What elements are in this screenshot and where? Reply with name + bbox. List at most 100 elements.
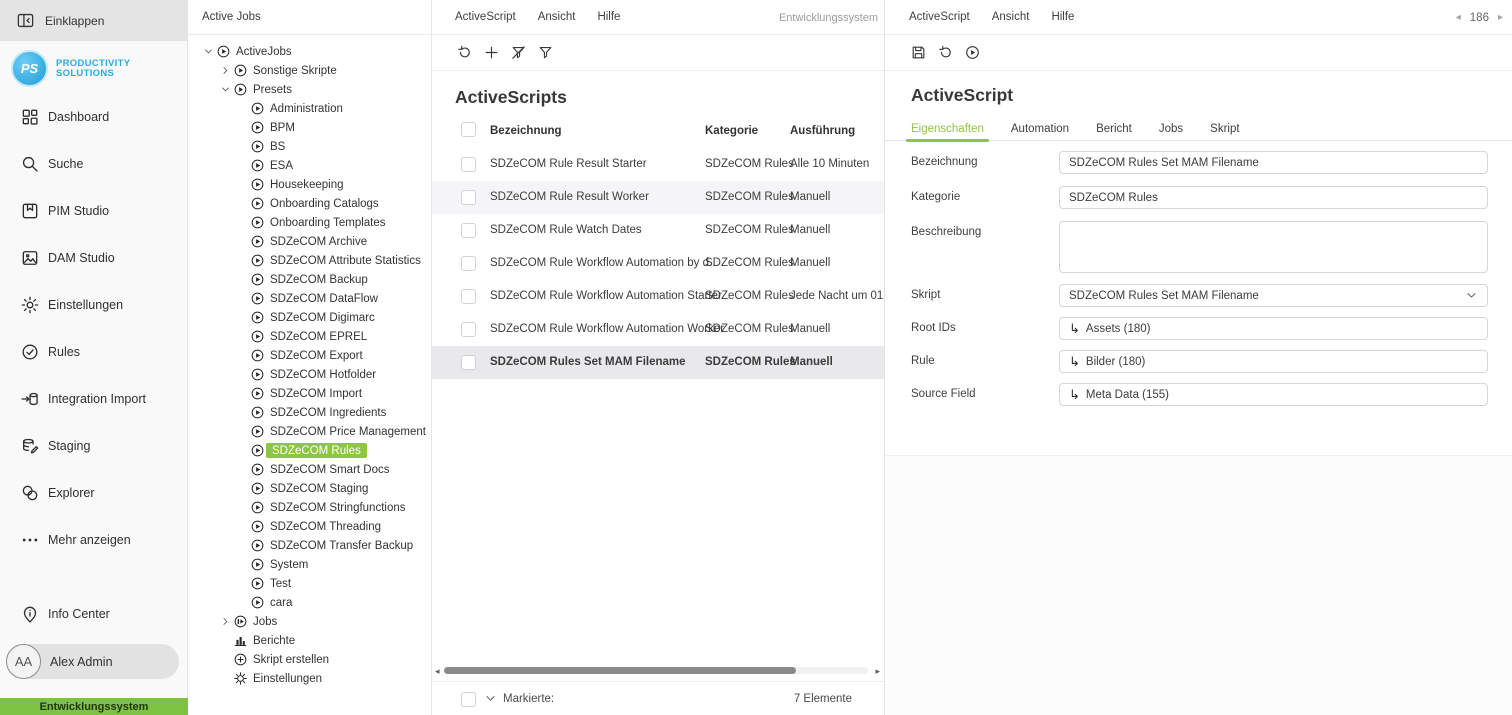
sidebar-item-mehr-anzeigen[interactable]: Mehr anzeigen <box>0 527 188 553</box>
sidebar-item-integration-import[interactable]: Integration Import <box>0 386 188 412</box>
row-checkbox[interactable] <box>461 355 476 370</box>
tree-item-housekeeping[interactable]: Housekeeping <box>188 175 431 194</box>
table-row[interactable]: SDZeCOM Rule Result StarterSDZeCOM Rules… <box>432 148 884 181</box>
scrollbar-thumb[interactable] <box>444 667 796 674</box>
tree-item-einstellungen[interactable]: Einstellungen <box>188 669 431 688</box>
table-row[interactable]: SDZeCOM Rules Set MAM FilenameSDZeCOM Ru… <box>432 346 884 379</box>
tree-item-sonstige-skripte[interactable]: Sonstige Skripte <box>188 61 431 80</box>
tree-item-presets[interactable]: Presets <box>188 80 431 99</box>
tree-item-sdzecom-export[interactable]: SDZeCOM Export <box>188 346 431 365</box>
menu-item-activescript[interactable]: ActiveScript <box>909 11 970 23</box>
tree-item-activejobs[interactable]: ActiveJobs <box>188 42 431 61</box>
tree-item-sdzecom-transfer-backup[interactable]: SDZeCOM Transfer Backup <box>188 536 431 555</box>
source-field-field[interactable]: ↳Meta Data (155) <box>1059 383 1488 406</box>
sidebar-item-dam-studio[interactable]: DAM Studio <box>0 245 188 271</box>
chevron-down-icon[interactable] <box>217 82 233 98</box>
row-checkbox[interactable] <box>461 190 476 205</box>
table-row[interactable]: SDZeCOM Rule Watch DatesSDZeCOM RulesMan… <box>432 214 884 247</box>
tree-item-sdzecom-smart-docs[interactable]: SDZeCOM Smart Docs <box>188 460 431 479</box>
bezeichnung-field[interactable] <box>1059 151 1488 174</box>
chevron-down-icon[interactable] <box>484 692 498 706</box>
tree-item-berichte[interactable]: Berichte <box>188 631 431 650</box>
skript-select[interactable]: SDZeCOM Rules Set MAM Filename <box>1059 284 1488 307</box>
tree-item-sdzecom-attribute-statistics[interactable]: SDZeCOM Attribute Statistics <box>188 251 431 270</box>
sidebar-item-info-center[interactable]: Info Center <box>0 601 188 627</box>
sidebar-item-einstellungen[interactable]: Einstellungen <box>0 292 188 318</box>
tree-item-onboarding-catalogs[interactable]: Onboarding Catalogs <box>188 194 431 213</box>
tree-item-skript-erstellen[interactable]: Skript erstellen <box>188 650 431 669</box>
rule-field[interactable]: ↳Bilder (180) <box>1059 350 1488 373</box>
column-header-bezeichnung[interactable]: Bezeichnung <box>490 119 562 143</box>
row-checkbox[interactable] <box>461 322 476 337</box>
tab-jobs[interactable]: Jobs <box>1159 116 1183 141</box>
tree-item-sdzecom-dataflow[interactable]: SDZeCOM DataFlow <box>188 289 431 308</box>
tree-item-sdzecom-stringfunctions[interactable]: SDZeCOM Stringfunctions <box>188 498 431 517</box>
chevron-right-icon[interactable] <box>217 614 233 630</box>
tree-item-sdzecom-backup[interactable]: SDZeCOM Backup <box>188 270 431 289</box>
marked-checkbox[interactable] <box>461 692 476 707</box>
filter-button[interactable] <box>536 44 554 62</box>
filter-clear-button[interactable] <box>509 44 527 62</box>
table-row[interactable]: SDZeCOM Rule Workflow Automation WorkerS… <box>432 313 884 346</box>
sidebar-item-dashboard[interactable]: Dashboard <box>0 104 188 130</box>
tree-item-administration[interactable]: Administration <box>188 99 431 118</box>
tree-item-sdzecom-ingredients[interactable]: SDZeCOM Ingredients <box>188 403 431 422</box>
menu-item-hilfe[interactable]: Hilfe <box>1051 11 1074 23</box>
horizontal-scrollbar[interactable]: ◂ ▸ <box>432 663 884 679</box>
refresh-button[interactable] <box>455 44 473 62</box>
tree-item-jobs[interactable]: Jobs <box>188 612 431 631</box>
tree-item-sdzecom-price-management[interactable]: SDZeCOM Price Management <box>188 422 431 441</box>
menu-item-activescript[interactable]: ActiveScript <box>455 11 516 23</box>
tree-item-cara[interactable]: cara <box>188 593 431 612</box>
chevron-down-icon[interactable] <box>200 44 216 60</box>
tree-item-bpm[interactable]: BPM <box>188 118 431 137</box>
collapse-sidebar-button[interactable]: Einklappen <box>0 0 187 41</box>
previous-record-icon[interactable]: ◂ <box>1456 12 1461 23</box>
tree-item-sdzecom-threading[interactable]: SDZeCOM Threading <box>188 517 431 536</box>
tree-item-esa[interactable]: ESA <box>188 156 431 175</box>
column-header-kategorie[interactable]: Kategorie <box>705 119 758 143</box>
table-row[interactable]: SDZeCOM Rule Result WorkerSDZeCOM RulesM… <box>432 181 884 214</box>
save-button[interactable] <box>909 44 927 62</box>
menu-item-ansicht[interactable]: Ansicht <box>538 11 576 23</box>
tree-item-system[interactable]: System <box>188 555 431 574</box>
menu-item-hilfe[interactable]: Hilfe <box>597 11 620 23</box>
tree-item-sdzecom-import[interactable]: SDZeCOM Import <box>188 384 431 403</box>
tree-item-sdzecom-eprel[interactable]: SDZeCOM EPREL <box>188 327 431 346</box>
tree-item-onboarding-templates[interactable]: Onboarding Templates <box>188 213 431 232</box>
select-all-checkbox[interactable] <box>461 122 476 137</box>
column-header-ausfuehrung[interactable]: Ausführung <box>790 119 855 143</box>
menu-item-ansicht[interactable]: Ansicht <box>992 11 1030 23</box>
sidebar-item-staging[interactable]: Staging <box>0 433 188 459</box>
scrollbar-track[interactable] <box>444 667 868 674</box>
table-row[interactable]: SDZeCOM Rule Workflow Automation Starter… <box>432 280 884 313</box>
tree-item-sdzecom-digimarc[interactable]: SDZeCOM Digimarc <box>188 308 431 327</box>
tab-automation[interactable]: Automation <box>1011 116 1069 141</box>
root-ids-field[interactable]: ↳Assets (180) <box>1059 317 1488 340</box>
run-button[interactable] <box>963 44 981 62</box>
tree-item-sdzecom-staging[interactable]: SDZeCOM Staging <box>188 479 431 498</box>
tree-item-sdzecom-archive[interactable]: SDZeCOM Archive <box>188 232 431 251</box>
tree-item-sdzecom-hotfolder[interactable]: SDZeCOM Hotfolder <box>188 365 431 384</box>
tab-bericht[interactable]: Bericht <box>1096 116 1132 141</box>
refresh-button[interactable] <box>936 44 954 62</box>
row-checkbox[interactable] <box>461 256 476 271</box>
user-menu[interactable]: AA Alex Admin <box>6 644 179 679</box>
tab-eigenschaften[interactable]: Eigenschaften <box>911 116 984 141</box>
tab-skript[interactable]: Skript <box>1210 116 1239 141</box>
row-checkbox[interactable] <box>461 157 476 172</box>
kategorie-field[interactable] <box>1059 186 1488 209</box>
add-button[interactable] <box>482 44 500 62</box>
beschreibung-field[interactable] <box>1059 221 1488 273</box>
sidebar-item-suche[interactable]: Suche <box>0 151 188 177</box>
sidebar-item-rules[interactable]: Rules <box>0 339 188 365</box>
scroll-left-arrow-icon[interactable]: ◂ <box>435 665 440 677</box>
next-record-icon[interactable]: ▸ <box>1498 12 1503 23</box>
tree-item-test[interactable]: Test <box>188 574 431 593</box>
sidebar-item-pim-studio[interactable]: PIM Studio <box>0 198 188 224</box>
scroll-right-arrow-icon[interactable]: ▸ <box>875 665 880 677</box>
sidebar-item-explorer[interactable]: Explorer <box>0 480 188 506</box>
tree-item-sdzecom-rules[interactable]: SDZeCOM Rules <box>188 441 431 460</box>
chevron-right-icon[interactable] <box>217 63 233 79</box>
table-row[interactable]: SDZeCOM Rule Workflow Automation by d...… <box>432 247 884 280</box>
